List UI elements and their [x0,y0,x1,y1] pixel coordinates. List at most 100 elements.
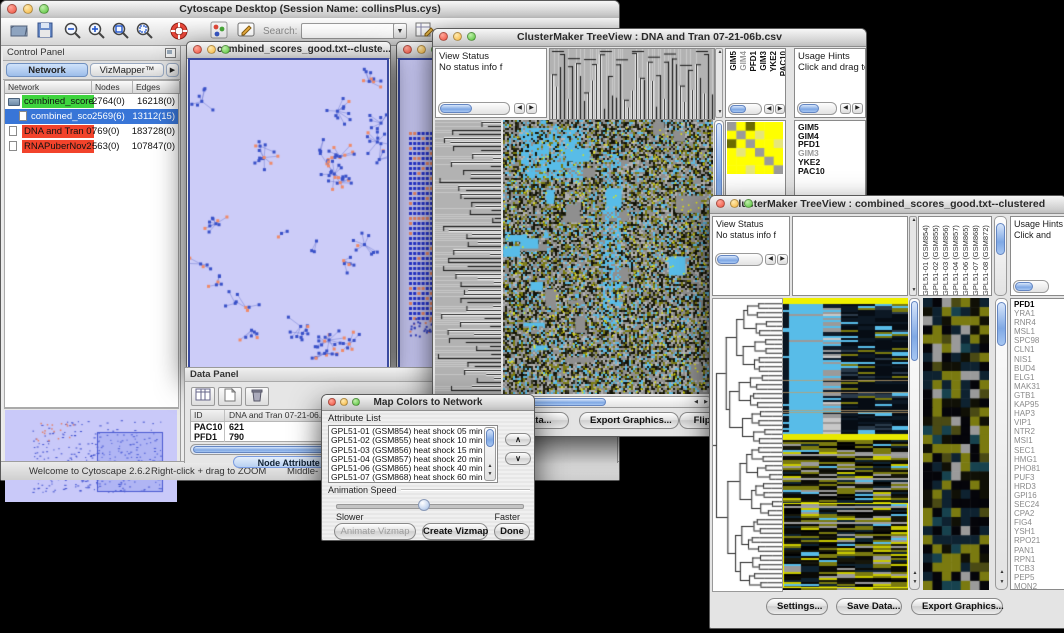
tv2-row-dendrogram[interactable] [712,298,783,592]
zoom-button[interactable] [352,398,360,406]
column-label[interactable]: GPL51-07 (GSM868) [971,218,981,296]
gene-label[interactable]: YSH1 [1014,527,1064,536]
gene-label[interactable]: TCB3 [1014,564,1064,573]
tv1-global-heatmap[interactable] [503,120,713,394]
gene-label[interactable]: RNR4 [1014,318,1064,327]
gene-label[interactable]: MON2 [1014,582,1064,590]
scroll-down-arrow[interactable]: ▼ [998,579,1006,587]
gene-label[interactable]: GTB1 [1014,391,1064,400]
select-attributes-icon[interactable] [191,387,215,406]
tv2-usage-hscrollbar[interactable] [1013,280,1049,293]
column-label[interactable]: GPL51-06 (GSM865) [961,218,971,296]
scroll-right-arrow[interactable]: ▶ [777,254,788,265]
gene-label[interactable]: SEC24 [1014,500,1064,509]
save-data-button[interactable]: Save Data... [836,598,902,615]
gene-label[interactable]: KAP95 [1014,400,1064,409]
tv2-zoom-heatmap[interactable] [923,298,989,590]
annotation-icon[interactable] [235,21,259,43]
scroll-left-arrow[interactable]: ◀ [764,104,774,114]
animation-speed-slider-track[interactable] [336,504,524,509]
network-list-row[interactable]: combined_sco2569(6)13112(15) [5,109,178,124]
tab-vizmapper[interactable]: VizMapper™ [90,63,164,77]
tv2-global-heatmap[interactable] [783,298,908,590]
scroll-down-arrow[interactable]: ▼ [716,109,724,117]
gene-label[interactable]: ELG1 [1014,373,1064,382]
tv2-collabels-vscrollbar[interactable] [994,216,1007,296]
network-canvas-1[interactable] [188,58,389,369]
create-vizmapbutton[interactable]: Create Vizmap [422,523,488,540]
scroll-up-arrow[interactable]: ▲ [486,463,494,471]
close-button[interactable] [716,199,725,208]
save-icon[interactable] [33,21,57,43]
scroll-up-arrow[interactable]: ▲ [716,49,724,57]
new-attribute-icon[interactable] [218,387,242,406]
close-button[interactable] [7,4,17,14]
tv1-zoom-heatmap[interactable] [727,122,783,174]
gene-label[interactable]: PEP5 [1014,573,1064,582]
tv1-row-dendrogram[interactable] [435,120,501,394]
column-label[interactable]: GPL51-08 (GSM872) [981,218,991,296]
dialog-titlebar[interactable]: Map Colors to Network [322,395,534,411]
close-button[interactable] [403,45,412,54]
scroll-left-arrow[interactable]: ◀ [692,399,700,407]
float-panel-icon[interactable] [165,48,176,61]
scroll-down-arrow[interactable]: ▼ [910,287,918,295]
treeview-combined-titlebar[interactable]: ClusterMaker TreeView : combined_scores_… [710,196,1064,214]
zoom-button[interactable] [467,32,476,41]
column-label[interactable]: GIM4 [739,51,748,71]
minimize-button[interactable] [23,4,33,14]
tv2-zoom-vscrollbar[interactable]: ▲ ▼ [995,298,1008,590]
gene-label[interactable]: CPA2 [1014,509,1064,518]
zoom-out-icon[interactable] [61,21,85,43]
donebutton[interactable]: Done [494,523,530,540]
tv2-top-vscrollbar[interactable]: ▲ ▼ [909,216,917,296]
network-window1-titlebar[interactable]: combined_scores_good.txt--cluste... [187,42,390,59]
search-input[interactable] [301,23,397,39]
column-label[interactable]: GIM3 [759,51,768,71]
minimize-button[interactable] [340,398,348,406]
gene-label[interactable]: NTR2 [1014,427,1064,436]
gene-label[interactable]: PFD1 [1014,300,1064,309]
tv1-column-dendrogram[interactable] [549,48,715,120]
gene-label[interactable]: YRA1 [1014,309,1064,318]
help-lifering-icon[interactable] [167,21,191,43]
zoom-button[interactable] [39,4,49,14]
attribute-list-vscrollbar[interactable]: ▲ ▼ [484,427,496,481]
search-dropdown-arrow[interactable]: ▼ [393,23,407,39]
column-label[interactable]: YKE2 [769,51,778,72]
tv1-status-hscrollbar[interactable] [438,102,510,115]
zoom-button[interactable] [744,199,753,208]
export-graphics-button[interactable]: Export Graphics... [911,598,1003,615]
gene-label[interactable]: MSL1 [1014,327,1064,336]
export-graphics-button[interactable]: Export Graphics... [579,412,679,429]
column-label[interactable]: GPL51-04 (GSM857) [951,218,961,296]
gene-label[interactable]: HAP3 [1014,409,1064,418]
attribute-list[interactable]: GPL51-01 (GSM854) heat shock 05 minGPL51… [328,425,498,483]
close-button[interactable] [439,32,448,41]
gene-label[interactable]: NIS1 [1014,355,1064,364]
minimize-button[interactable] [453,32,462,41]
network-list-row[interactable]: DNA and Tran 07769(0)183728(0) [5,124,178,139]
zoom-fit-icon[interactable] [109,21,133,43]
gene-label[interactable]: SEC1 [1014,446,1064,455]
zoom-in-icon[interactable] [85,21,109,43]
minimize-button[interactable] [417,45,426,54]
gene-label[interactable]: PUF3 [1014,473,1064,482]
close-button[interactable] [328,398,336,406]
scroll-up-arrow[interactable]: ▲ [911,570,919,578]
treeview-dna-titlebar[interactable]: ClusterMaker TreeView : DNA and Tran 07-… [433,29,866,47]
scroll-left-arrow[interactable]: ◀ [765,254,776,265]
tv1-collabel-hscrollbar[interactable] [728,103,762,115]
minimize-button[interactable] [207,45,216,54]
gene-label[interactable]: PHO81 [1014,464,1064,473]
column-header-network[interactable]: Network [5,81,92,94]
open-folder-icon[interactable] [7,21,31,43]
tv2-heatmap-vscrollbar[interactable]: ▲ ▼ [909,298,920,590]
gene-label[interactable]: MAK31 [1014,382,1064,391]
settings-button[interactable]: Settings... [766,598,828,615]
tv1-usage-hscrollbar[interactable] [797,102,837,115]
tv2-status-hscrollbar[interactable] [715,253,763,266]
scroll-right-arrow[interactable]: ▶ [775,104,785,114]
gene-label[interactable]: BUD4 [1014,364,1064,373]
move-up-button[interactable]: ∧ [505,433,531,446]
